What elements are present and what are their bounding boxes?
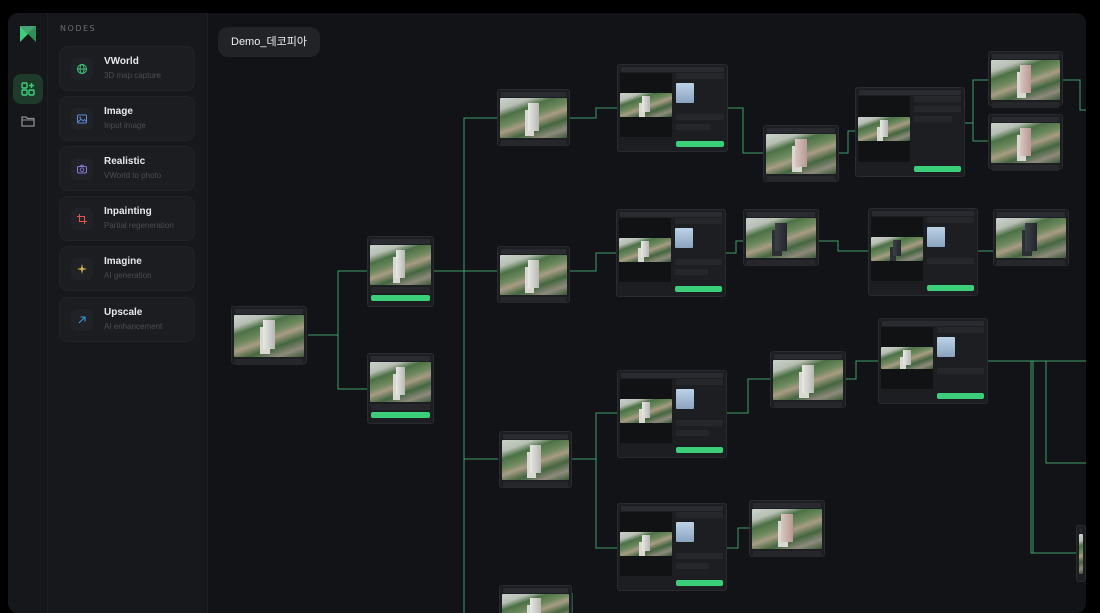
palette-item-name: Image <box>104 106 133 117</box>
palette-item-realistic[interactable]: Realistic VWorld to photo <box>59 146 195 191</box>
workflow-canvas[interactable]: Demo_데코피아 <box>208 13 1086 613</box>
output-image-node[interactable] <box>749 500 825 557</box>
output-image-node[interactable] <box>988 114 1063 171</box>
realistic-node[interactable] <box>367 236 434 307</box>
palette-title: NODES <box>60 24 97 33</box>
inpainting-node[interactable] <box>617 370 727 458</box>
output-image-node[interactable] <box>988 51 1063 108</box>
palette-item-subtitle: Input image <box>104 121 146 130</box>
palette-item-upscale[interactable]: Upscale AI enhancement <box>59 297 195 342</box>
output-image-node[interactable] <box>743 209 819 266</box>
app-logo-icon <box>20 26 36 42</box>
arrow-up-right-icon <box>71 309 93 331</box>
output-image-node[interactable] <box>993 209 1069 266</box>
app-window: NODES VWorld 3D map capture Image Input … <box>8 13 1086 613</box>
output-image-node[interactable] <box>499 585 572 613</box>
output-image-node[interactable] <box>499 431 572 488</box>
files-panel-button[interactable] <box>13 106 43 136</box>
inpainting-node[interactable] <box>878 318 988 404</box>
sparkle-icon <box>71 258 93 280</box>
generate-button[interactable] <box>676 580 723 586</box>
left-rail <box>8 13 48 613</box>
generate-button[interactable] <box>371 412 430 418</box>
imagine-node[interactable] <box>855 87 965 177</box>
generate-button[interactable] <box>676 141 724 147</box>
palette-item-name: Upscale <box>104 307 143 318</box>
palette-item-name: Inpainting <box>104 206 152 217</box>
generate-button[interactable] <box>371 295 430 301</box>
grid-plus-icon <box>21 82 35 96</box>
generate-button[interactable] <box>675 286 722 292</box>
crop-icon <box>71 208 93 230</box>
generate-button[interactable] <box>927 285 974 291</box>
palette-item-subtitle: Partial regeneration <box>104 221 174 230</box>
camera-icon <box>71 158 93 180</box>
palette-item-inpainting[interactable]: Inpainting Partial regeneration <box>59 196 195 241</box>
generate-button[interactable] <box>914 166 961 172</box>
image-icon <box>71 108 93 130</box>
realistic-node[interactable] <box>367 353 434 424</box>
palette-item-name: Imagine <box>104 256 142 267</box>
inpainting-node[interactable] <box>617 64 728 152</box>
node-palette: NODES VWorld 3D map capture Image Input … <box>48 13 208 613</box>
palette-item-subtitle: VWorld to photo <box>104 171 162 180</box>
vworld-node[interactable] <box>231 306 307 365</box>
inpainting-node[interactable] <box>616 209 726 297</box>
folder-icon <box>21 116 35 127</box>
palette-item-name: Realistic <box>104 156 146 167</box>
inpainting-node[interactable] <box>868 208 978 296</box>
output-image-node[interactable] <box>497 89 570 146</box>
nodes-panel-button[interactable] <box>13 74 43 104</box>
inpainting-node[interactable] <box>617 503 727 591</box>
palette-item-image[interactable]: Image Input image <box>59 96 195 141</box>
palette-item-imagine[interactable]: Imagine AI generation <box>59 246 195 291</box>
palette-item-name: VWorld <box>104 56 139 67</box>
palette-item-vworld[interactable]: VWorld 3D map capture <box>59 46 195 91</box>
generate-button[interactable] <box>676 447 723 453</box>
globe-icon <box>71 58 93 80</box>
generate-button[interactable] <box>937 393 984 399</box>
palette-item-subtitle: AI generation <box>104 271 152 280</box>
output-image-node[interactable] <box>763 125 839 182</box>
output-image-node[interactable] <box>770 351 846 408</box>
palette-item-subtitle: AI enhancement <box>104 322 163 331</box>
palette-item-subtitle: 3D map capture <box>104 71 161 80</box>
output-image-node[interactable] <box>1076 525 1086 582</box>
output-image-node[interactable] <box>497 246 570 303</box>
